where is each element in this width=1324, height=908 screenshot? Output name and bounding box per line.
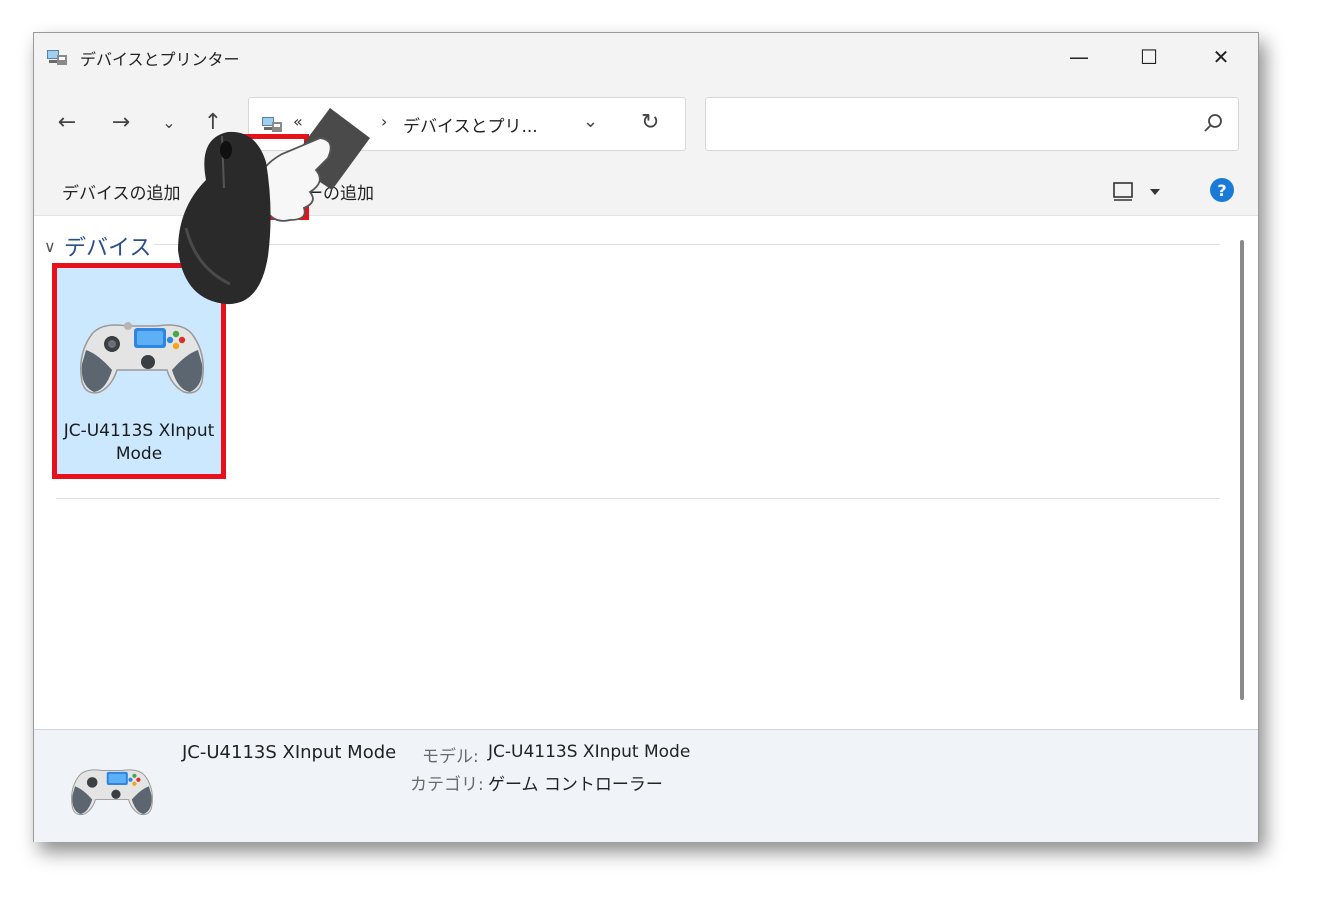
model-label: モデル: bbox=[422, 747, 479, 767]
vertical-scrollbar[interactable] bbox=[1240, 240, 1244, 700]
search-box[interactable] bbox=[705, 97, 1239, 151]
forward-button[interactable]: → bbox=[104, 105, 138, 139]
minimize-icon: — bbox=[1069, 45, 1089, 69]
refresh-icon[interactable]: ↻ bbox=[641, 110, 659, 135]
mouse-pointer-icon bbox=[178, 108, 370, 305]
category-value: ゲーム コントローラー bbox=[488, 775, 663, 795]
devices-printers-icon bbox=[47, 50, 67, 65]
window-title: デバイスとプリンター bbox=[80, 50, 240, 69]
search-icon bbox=[1204, 114, 1222, 132]
model-value: JC-U4113S XInput Mode bbox=[488, 742, 691, 762]
back-arrow-icon: ← bbox=[57, 109, 77, 135]
maximize-button[interactable]: ☐ bbox=[1126, 41, 1172, 73]
title-bar: デバイスとプリンター — ☐ ✕ bbox=[34, 33, 1258, 81]
address-dropdown-icon[interactable]: ⌄ bbox=[583, 111, 598, 132]
category-label: カテゴリ: bbox=[410, 775, 484, 795]
forward-arrow-icon: → bbox=[111, 109, 131, 135]
gamepad-icon bbox=[71, 769, 153, 816]
group-bottom-divider bbox=[56, 498, 1220, 499]
details-pane: JC-U4113S XInput Mode モデル: JC-U4113S XIn… bbox=[34, 729, 1258, 842]
details-device-name: JC-U4113S XInput Mode bbox=[182, 742, 397, 763]
change-view-button[interactable] bbox=[1112, 179, 1162, 205]
help-button[interactable]: ? bbox=[1210, 178, 1234, 202]
device-group-header[interactable]: ∨ デバイス bbox=[44, 230, 151, 262]
back-button[interactable]: ← bbox=[50, 105, 84, 139]
add-device-button[interactable]: デバイスの追加 bbox=[62, 179, 181, 204]
device-group-label: デバイス bbox=[64, 236, 152, 261]
maximize-icon: ☐ bbox=[1140, 45, 1158, 69]
collapse-chevron-icon: ∨ bbox=[44, 236, 56, 256]
minimize-button[interactable]: — bbox=[1056, 41, 1102, 73]
view-icon bbox=[1113, 182, 1160, 201]
close-button[interactable]: ✕ bbox=[1198, 41, 1244, 73]
close-icon: ✕ bbox=[1212, 45, 1230, 69]
breadcrumb-devices-printers[interactable]: デバイスとプリ... bbox=[403, 112, 538, 137]
breadcrumb-separator: › bbox=[381, 112, 388, 131]
